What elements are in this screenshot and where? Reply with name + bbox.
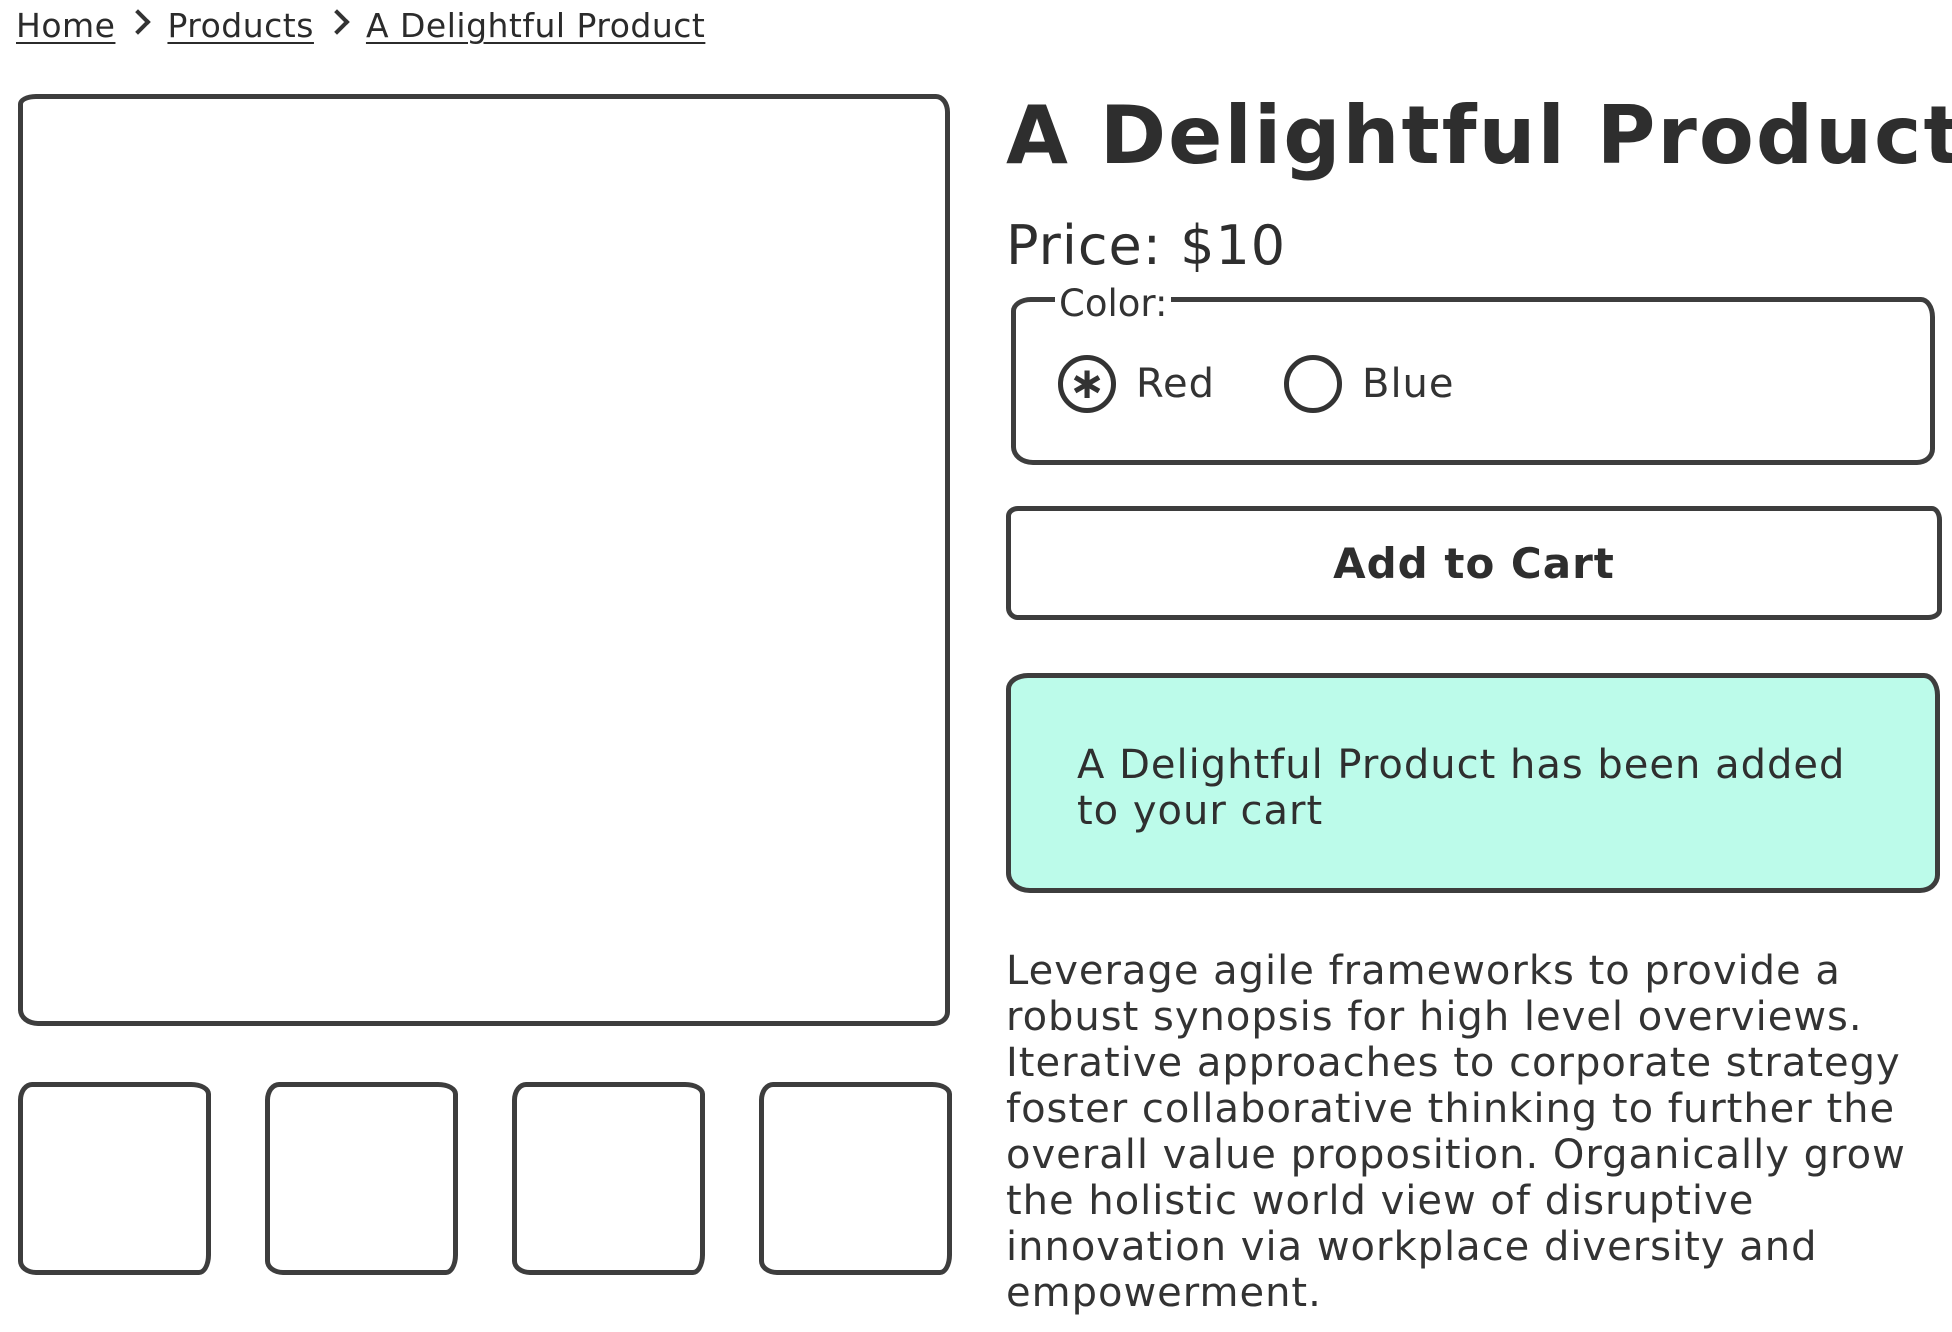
product-price: Price: $10 <box>1006 214 1287 277</box>
radio-selected-asterisk-icon[interactable]: ∗ <box>1058 355 1116 413</box>
product-description: Leverage agile frameworks to provide a r… <box>1006 948 1906 1316</box>
chevron-right-icon <box>125 9 152 35</box>
breadcrumb-home-link[interactable]: Home <box>16 6 115 45</box>
breadcrumb-current-link[interactable]: A Delightful Product <box>366 6 705 45</box>
breadcrumb-products-link[interactable]: Products <box>167 6 314 45</box>
color-radio-red[interactable]: ∗ Red <box>1058 352 1215 416</box>
cart-added-alert: A Delightful Product has been added to y… <box>1006 673 1940 893</box>
product-thumbnail-3[interactable] <box>512 1082 705 1275</box>
color-legend: Color: <box>1055 282 1172 326</box>
breadcrumb: Home Products A Delightful Product <box>16 2 705 48</box>
color-radio-blue-label: Blue <box>1362 361 1455 407</box>
product-thumbnail-4[interactable] <box>759 1082 952 1275</box>
chevron-right-icon <box>324 9 350 35</box>
radio-unselected-circle-icon[interactable] <box>1284 355 1342 413</box>
product-main-image <box>18 94 950 1026</box>
add-to-cart-button[interactable]: Add to Cart <box>1006 506 1942 620</box>
product-title: A Delightful Product <box>1006 89 1952 182</box>
color-radio-blue[interactable]: Blue <box>1284 352 1455 416</box>
product-thumbnail-1[interactable] <box>18 1082 211 1275</box>
product-thumbnail-2[interactable] <box>265 1082 458 1275</box>
color-radio-red-label: Red <box>1136 361 1215 407</box>
cart-added-alert-text: A Delightful Product has been added to y… <box>1077 742 1846 834</box>
